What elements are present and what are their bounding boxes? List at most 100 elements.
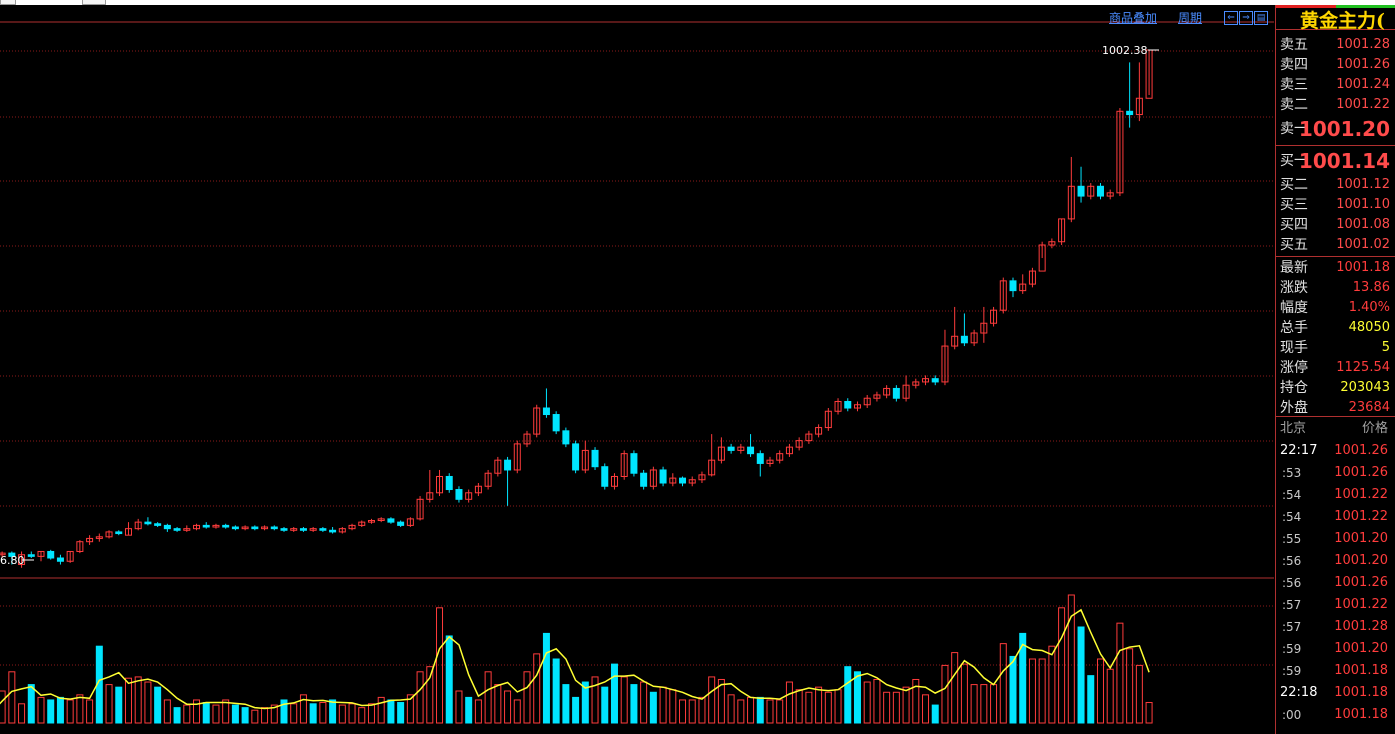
tick-row[interactable]: :53 1001.26 xyxy=(1276,462,1395,484)
volume-bar-down xyxy=(202,702,210,724)
tick-price: 1001.22 xyxy=(1334,487,1388,502)
stat-row: 外盘 23684 xyxy=(1276,398,1395,418)
volume-bar-up xyxy=(124,677,132,724)
candle-body-down xyxy=(1009,280,1017,292)
stat-label: 现手 xyxy=(1280,340,1308,356)
volume-bar-up xyxy=(922,694,930,724)
volume-bar-up xyxy=(1038,658,1046,724)
ask-label: 卖三 xyxy=(1280,77,1308,93)
nav-right-icon[interactable]: ⇒ xyxy=(1239,11,1253,25)
tick-time: :56 xyxy=(1282,554,1302,568)
tick-row[interactable]: :59 1001.20 xyxy=(1276,638,1395,660)
tick-time: :57 xyxy=(1282,598,1302,612)
stat-label: 持仓 xyxy=(1280,380,1308,396)
volume-bar-up xyxy=(134,676,142,724)
bid-row[interactable]: 买四 1001.08 xyxy=(1276,215,1395,235)
volume-bar-up xyxy=(484,671,492,724)
volume-bar-up xyxy=(698,696,706,724)
bid-row[interactable]: 买五 1001.02 xyxy=(1276,235,1395,255)
stat-value: 5 xyxy=(1381,340,1390,355)
ask-price: 1001.20 xyxy=(1298,117,1390,141)
ask-row[interactable]: 卖三 1001.24 xyxy=(1276,75,1395,95)
tick-row[interactable]: 22:18 1001.18 xyxy=(1276,682,1395,704)
ask-row[interactable]: 卖五 1001.28 xyxy=(1276,35,1395,55)
candle-body-down xyxy=(154,523,162,526)
volume-bar-down xyxy=(27,684,35,724)
candle-body-down xyxy=(931,378,939,383)
tick-time: :57 xyxy=(1282,620,1302,634)
tick-price: 1001.18 xyxy=(1334,685,1388,700)
stat-row: 现手 5 xyxy=(1276,338,1395,358)
tick-row[interactable]: :59 1001.18 xyxy=(1276,660,1395,682)
tick-row[interactable]: :54 1001.22 xyxy=(1276,484,1395,506)
divider xyxy=(1276,416,1395,417)
stat-value: 1001.18 xyxy=(1336,260,1390,275)
tick-row[interactable]: :54 1001.22 xyxy=(1276,506,1395,528)
volume-bar-up xyxy=(533,653,541,724)
volume-bar-up xyxy=(747,696,755,724)
ask-row-best[interactable]: 卖一 1001.20 xyxy=(1276,115,1395,143)
nav-left-icon[interactable]: ⇐ xyxy=(1224,11,1238,25)
tick-price: 1001.26 xyxy=(1334,465,1388,480)
bid-row[interactable]: 买三 1001.10 xyxy=(1276,195,1395,215)
volume-bar-up xyxy=(426,666,434,724)
tick-row[interactable]: :00 1001.18 xyxy=(1276,704,1395,726)
kline-chart[interactable]: 1002.38 6.80 商品叠加 周期 ⇐ ⇒ ▤ xyxy=(0,5,1274,734)
volume-bar-up xyxy=(504,690,512,724)
volume-bar-up xyxy=(66,699,74,724)
volume-bar-down xyxy=(47,699,55,724)
volume-bar-up xyxy=(620,676,628,724)
candle-body-down xyxy=(270,526,278,530)
volume-bar-up xyxy=(980,684,988,724)
volume-bar-up xyxy=(766,699,774,724)
volume-bar-up xyxy=(960,663,968,724)
tick-time: :53 xyxy=(1282,466,1302,480)
candle-body-down xyxy=(542,407,550,416)
volume-bar-up xyxy=(1028,658,1036,724)
tick-row[interactable]: :56 1001.26 xyxy=(1276,572,1395,594)
tick-row[interactable]: :57 1001.22 xyxy=(1276,594,1395,616)
ask-row[interactable]: 卖四 1001.26 xyxy=(1276,55,1395,75)
volume-bar-up xyxy=(659,686,667,724)
volume-bar-up xyxy=(416,671,424,724)
candle-body-down xyxy=(572,443,580,471)
candle-body-down xyxy=(173,528,181,531)
tick-price: 1001.22 xyxy=(1334,597,1388,612)
stat-row: 持仓 203043 xyxy=(1276,378,1395,398)
ask-price: 1001.22 xyxy=(1336,97,1390,112)
volume-bar-up xyxy=(163,699,171,724)
ask-row[interactable]: 卖二 1001.22 xyxy=(1276,95,1395,115)
bid-price: 1001.10 xyxy=(1336,197,1390,212)
tick-row[interactable]: 22:17 1001.26 xyxy=(1276,440,1395,462)
volume-bar-down xyxy=(465,696,473,724)
candle-body-down xyxy=(455,489,463,500)
grid-icon[interactable]: ▤ xyxy=(1254,11,1268,25)
candle-body-down xyxy=(202,524,210,528)
high-price-label: 1002.38 xyxy=(1102,44,1148,57)
volume-bar-up xyxy=(8,671,16,724)
tick-price: 1001.20 xyxy=(1334,641,1388,656)
candle-body-down xyxy=(56,557,64,562)
divider xyxy=(1276,256,1395,257)
bid-row-best[interactable]: 买一 1001.14 xyxy=(1276,147,1395,175)
tick-row[interactable]: :55 1001.20 xyxy=(1276,528,1395,550)
period-button[interactable]: 周期 xyxy=(1178,11,1202,25)
bid-row[interactable]: 买二 1001.12 xyxy=(1276,175,1395,195)
candle-body-down xyxy=(1126,110,1134,116)
tick-row[interactable]: :56 1001.20 xyxy=(1276,550,1395,572)
stat-value: 13.86 xyxy=(1352,280,1390,295)
volume-bar-up xyxy=(523,671,531,724)
volume-bar-down xyxy=(231,704,239,724)
volume-bar-down xyxy=(154,686,162,724)
stat-row: 涨跌 13.86 xyxy=(1276,278,1395,298)
kline-svg[interactable]: 1002.38 6.80 xyxy=(0,5,1274,734)
volume-bar-up xyxy=(1096,658,1104,724)
tick-row[interactable]: :57 1001.28 xyxy=(1276,616,1395,638)
volume-bar-down xyxy=(241,707,249,724)
volume-bar-up xyxy=(261,707,269,724)
overlay-button[interactable]: 商品叠加 xyxy=(1109,11,1157,25)
volume-bar-up xyxy=(834,689,842,724)
volume-bar-up xyxy=(1116,622,1124,724)
volume-bar-up xyxy=(37,696,45,724)
volume-bar-down xyxy=(115,686,123,724)
